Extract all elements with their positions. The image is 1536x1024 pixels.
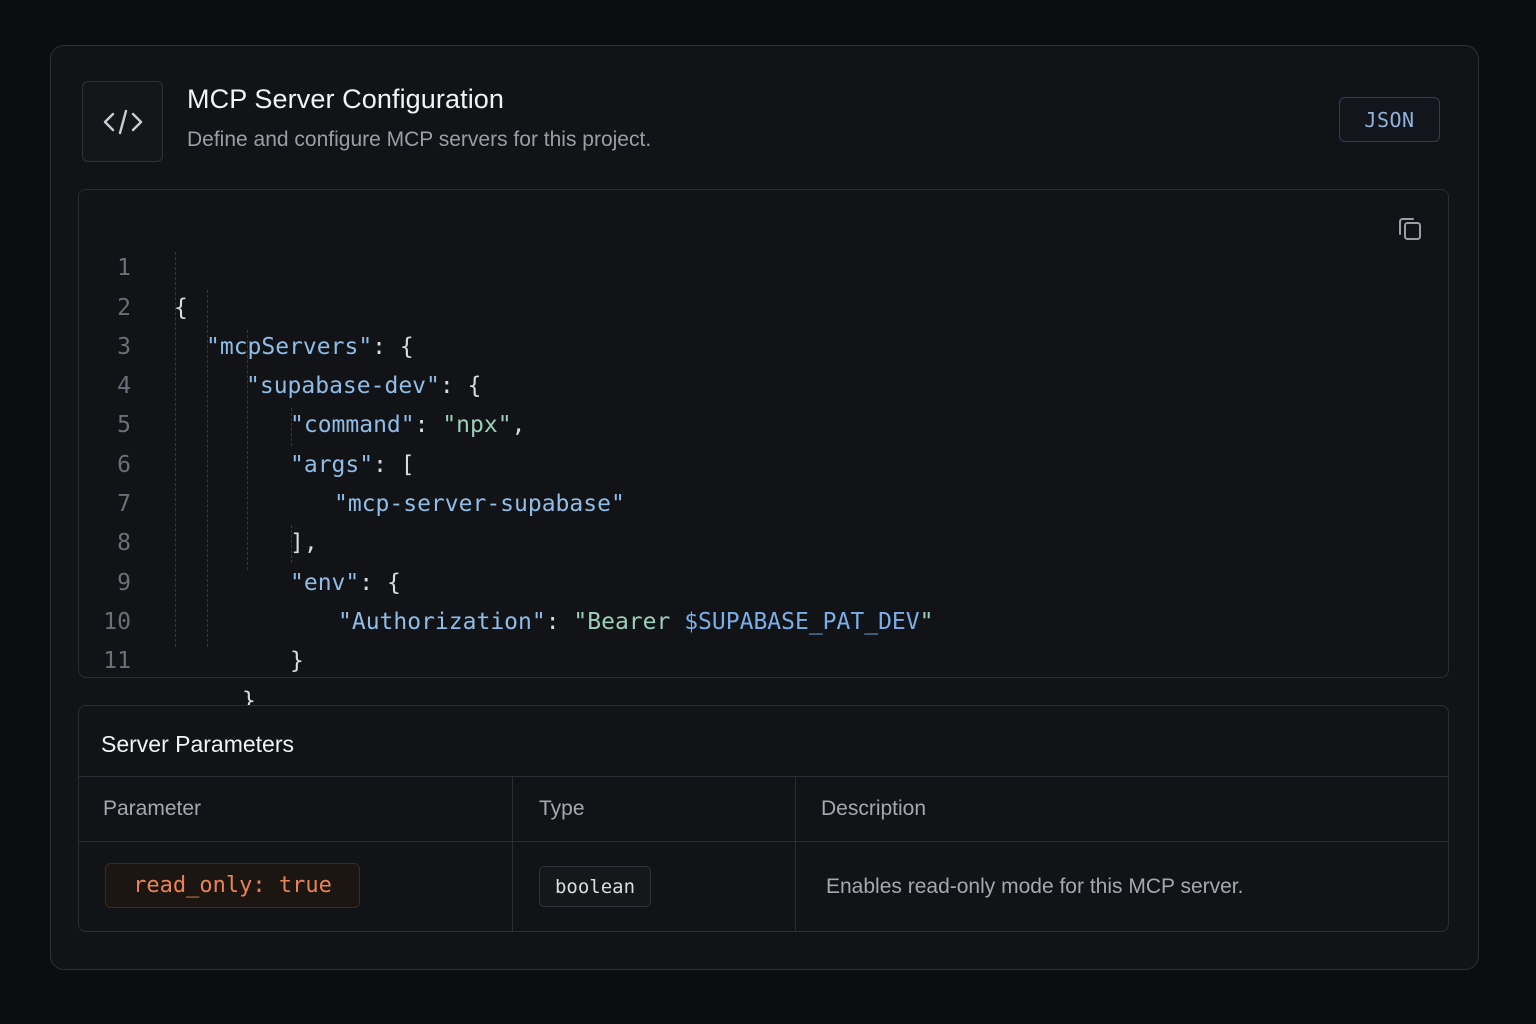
column-divider bbox=[512, 776, 513, 931]
code-lines: 1 { 2 "mcpServers": { 3 "supabase-dev": … bbox=[79, 210, 1448, 713]
parameter-description: Enables read-only mode for this MCP serv… bbox=[826, 875, 1244, 898]
column-divider bbox=[795, 776, 796, 931]
code-line: 1 { bbox=[79, 210, 1448, 320]
column-header-description: Description bbox=[821, 797, 927, 820]
code-line: 6 "mcp-server-supabase" bbox=[79, 406, 1448, 517]
page-subtitle: Define and configure MCP servers for thi… bbox=[187, 128, 652, 151]
code-line: 4 "command": "npx", bbox=[79, 328, 1448, 438]
server-parameters-panel: Server Parameters Parameter Type Descrip… bbox=[78, 705, 1449, 932]
code-line: 3 "supabase-dev": { bbox=[79, 289, 1448, 399]
code-editor[interactable]: 1 { 2 "mcpServers": { 3 "supabase-dev": … bbox=[78, 189, 1449, 714]
format-json-button[interactable]: JSON bbox=[1339, 97, 1440, 142]
parameter-value: read_only: true bbox=[105, 863, 360, 908]
column-header-type: Type bbox=[539, 797, 585, 820]
code-line: 11 } bbox=[79, 603, 1448, 713]
code-text: } bbox=[290, 648, 304, 675]
section-title: Server Parameters bbox=[101, 731, 295, 757]
code-line: 7 ], bbox=[79, 446, 1448, 556]
divider bbox=[79, 776, 1448, 777]
code-line: 8 "env": { bbox=[79, 485, 1448, 595]
code-line: 2 "mcpServers": { bbox=[79, 249, 1448, 360]
type-badge: boolean bbox=[539, 866, 651, 907]
column-header-parameter: Parameter bbox=[103, 797, 202, 820]
code-line: 10 } bbox=[79, 564, 1448, 674]
code-icon bbox=[82, 81, 163, 162]
page-title: MCP Server Configuration bbox=[187, 84, 505, 114]
divider bbox=[79, 841, 1448, 842]
code-line: 9 "Authorization": "Bearer $SUPABASE_PAT… bbox=[79, 524, 1448, 635]
line-number: 11 bbox=[103, 648, 131, 675]
mcp-config-card: MCP Server Configuration Define and conf… bbox=[50, 45, 1479, 970]
code-line: 5 "args": [ bbox=[79, 367, 1448, 477]
